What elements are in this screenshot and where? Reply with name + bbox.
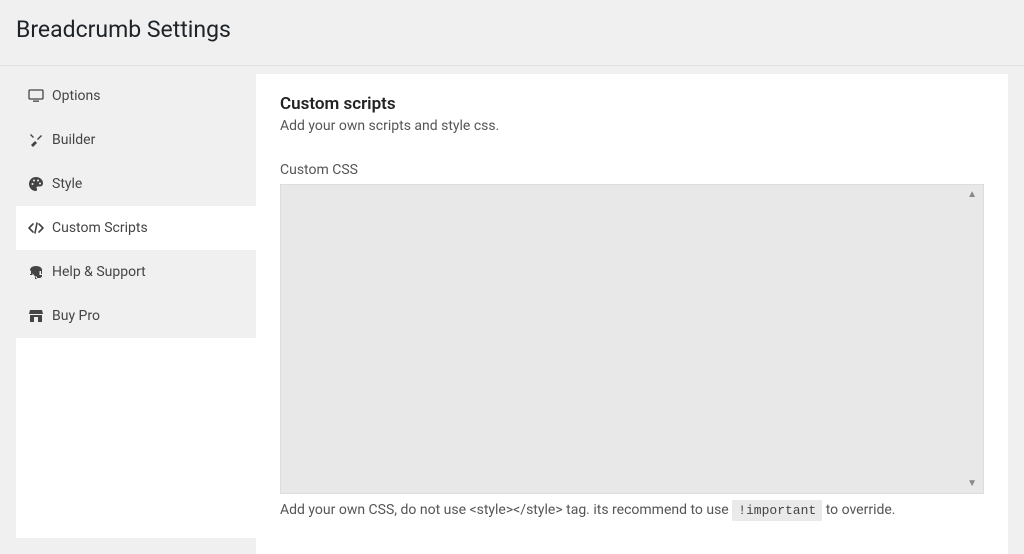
section-title: Custom scripts: [280, 94, 984, 114]
sidebar-item-style[interactable]: Style: [16, 162, 256, 206]
custom-css-label: Custom CSS: [280, 162, 984, 178]
settings-container: Options Builder Style Custom Scripts Hel: [0, 65, 1024, 554]
custom-css-textarea[interactable]: [281, 185, 983, 493]
hint-text-mid: tag. its recommend to use: [563, 502, 733, 518]
sidebar-item-options[interactable]: Options: [16, 74, 256, 118]
sidebar-item-help-support[interactable]: Help & Support: [16, 250, 256, 294]
hint-important-code: !important: [732, 500, 822, 521]
desktop-icon: [28, 88, 44, 104]
code-icon: [28, 220, 44, 236]
sidebar-item-label: Custom Scripts: [52, 220, 148, 236]
sidebar-item-builder[interactable]: Builder: [16, 118, 256, 162]
scroll-up-icon: ▲: [967, 189, 977, 200]
tools-icon: [28, 132, 44, 148]
page-title: Breadcrumb Settings: [0, 0, 1024, 53]
custom-css-editor[interactable]: ▲ ▼: [280, 184, 984, 494]
sidebar-item-custom-scripts[interactable]: Custom Scripts: [16, 206, 256, 250]
main-panel: Custom scripts Add your own scripts and …: [256, 74, 1008, 554]
hint-style-tag: <style></style>: [469, 502, 562, 518]
sidebar-item-buy-pro[interactable]: Buy Pro: [16, 294, 256, 338]
sidebar-item-label: Options: [52, 88, 100, 104]
store-icon: [28, 308, 44, 324]
sidebar-item-label: Builder: [52, 132, 95, 148]
palette-icon: [28, 176, 44, 192]
section-desc: Add your own scripts and style css.: [280, 118, 984, 134]
support-icon: [28, 264, 44, 280]
sidebar-spacer: [16, 338, 256, 538]
custom-css-hint: Add your own CSS, do not use <style></st…: [280, 502, 984, 518]
sidebar-item-label: Buy Pro: [52, 308, 100, 324]
hint-text-suffix: to override.: [822, 502, 895, 518]
scroll-down-icon: ▼: [967, 478, 977, 489]
sidebar-item-label: Style: [52, 176, 82, 192]
hint-text-prefix: Add your own CSS, do not use: [280, 502, 469, 518]
sidebar-item-label: Help & Support: [52, 264, 146, 280]
sidebar: Options Builder Style Custom Scripts Hel: [16, 66, 256, 554]
